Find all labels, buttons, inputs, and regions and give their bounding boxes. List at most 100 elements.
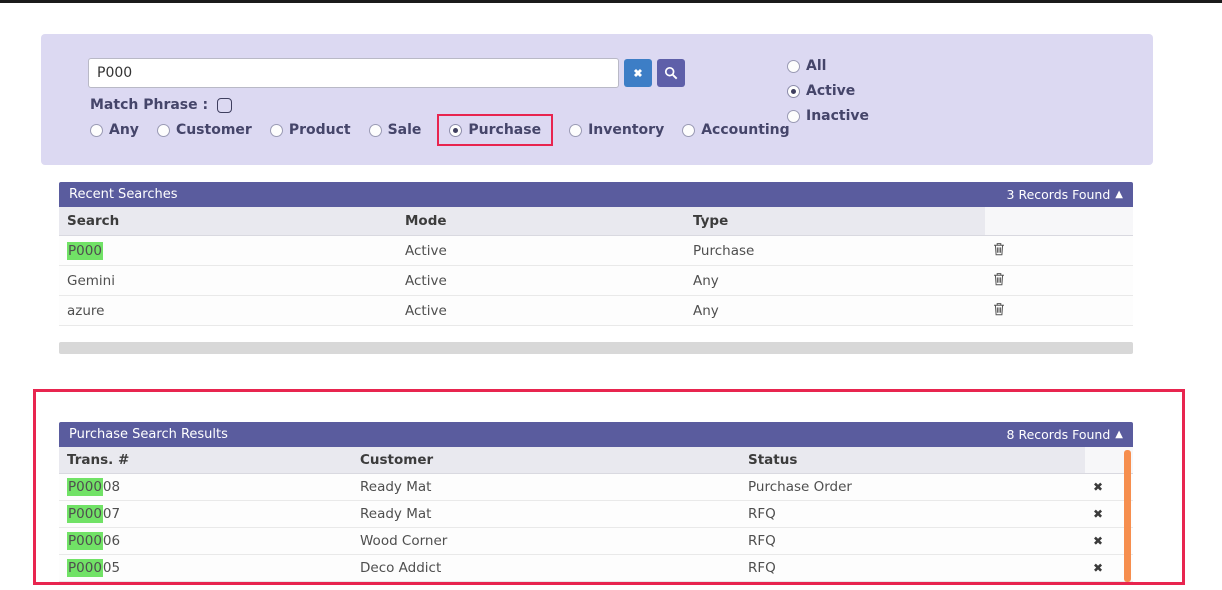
- radio-all[interactable]: All: [787, 58, 869, 74]
- search-input[interactable]: [88, 58, 619, 88]
- trash-icon[interactable]: [993, 272, 1005, 290]
- radio-product-label: Product: [289, 122, 351, 138]
- search-icon: [664, 66, 678, 80]
- search-button[interactable]: [657, 59, 685, 87]
- recent-row-1-search: P000: [59, 236, 397, 266]
- purchase-row-2-trans: P00007: [59, 501, 352, 528]
- search-row: ✖: [88, 58, 685, 88]
- purchase-records-found-toggle[interactable]: 8 Records Found ▲: [1007, 427, 1123, 442]
- highlighted-match: P000: [67, 559, 103, 577]
- radio-sale[interactable]: Sale: [369, 122, 422, 138]
- status-options: All Active Inactive: [787, 58, 869, 124]
- match-phrase-checkbox[interactable]: [217, 98, 232, 113]
- radio-any[interactable]: Any: [90, 122, 139, 138]
- purchase-row-4: P00005 Deco Addict RFQ ✖: [59, 555, 1133, 582]
- search-panel: ✖ Match Phrase : Any Customer: [41, 34, 1153, 165]
- radio-product-icon: [270, 124, 283, 137]
- horizontal-scrollbar[interactable]: [59, 342, 1133, 354]
- purchase-row-4-status: RFQ: [740, 555, 1085, 582]
- recent-row-3-actions: [985, 296, 1133, 326]
- radio-inventory-label: Inventory: [588, 122, 664, 138]
- recent-header-row: Search Mode Type: [59, 207, 1133, 236]
- radio-customer-label: Customer: [176, 122, 252, 138]
- recent-searches-header: Recent Searches 3 Records Found ▲: [59, 182, 1133, 207]
- radio-inventory-icon: [569, 124, 582, 137]
- purchase-results-panel: Purchase Search Results 8 Records Found …: [59, 422, 1133, 582]
- col-header-customer: Customer: [352, 447, 740, 474]
- trans-suffix: 07: [103, 506, 120, 522]
- radio-customer-icon: [157, 124, 170, 137]
- purchase-row-2-status: RFQ: [740, 501, 1085, 528]
- radio-inactive[interactable]: Inactive: [787, 108, 869, 124]
- purchase-row-4-trans: P00005: [59, 555, 352, 582]
- purchase-row-1-customer: Ready Mat: [352, 474, 740, 501]
- radio-active-label: Active: [806, 83, 855, 99]
- radio-product[interactable]: Product: [270, 122, 351, 138]
- collapse-up-icon: ▲: [1115, 430, 1123, 440]
- recent-searches-panel: Recent Searches 3 Records Found ▲ Search…: [59, 182, 1133, 326]
- remove-row-icon[interactable]: ✖: [1093, 534, 1103, 548]
- purchase-results-title: Purchase Search Results: [69, 427, 228, 442]
- clear-search-button[interactable]: ✖: [624, 59, 652, 87]
- trans-suffix: 08: [103, 479, 120, 495]
- trans-suffix: 06: [103, 533, 120, 549]
- remove-row-icon[interactable]: ✖: [1093, 561, 1103, 575]
- page: ✖ Match Phrase : Any Customer: [0, 0, 1222, 590]
- col-header-mode: Mode: [397, 207, 685, 236]
- match-phrase-label: Match Phrase :: [90, 97, 208, 113]
- radio-accounting[interactable]: Accounting: [682, 122, 789, 138]
- radio-sale-label: Sale: [388, 122, 422, 138]
- radio-inactive-label: Inactive: [806, 108, 869, 124]
- recent-searches-table: Search Mode Type P000 Active Purchase: [59, 207, 1133, 326]
- vertical-scrollbar[interactable]: [1124, 450, 1131, 582]
- radio-accounting-icon: [682, 124, 695, 137]
- trans-suffix: 05: [103, 560, 120, 576]
- recent-row-1-type: Purchase: [685, 236, 985, 266]
- radio-purchase-icon: [449, 124, 462, 137]
- radio-active-icon: [787, 85, 800, 98]
- collapse-up-icon: ▲: [1115, 190, 1123, 200]
- clear-icon: ✖: [633, 67, 642, 80]
- radio-any-icon: [90, 124, 103, 137]
- col-header-status: Status: [740, 447, 1085, 474]
- recent-row-1-actions: [985, 236, 1133, 266]
- highlighted-match: P000: [67, 532, 103, 550]
- recent-row-3-search: azure: [59, 296, 397, 326]
- purchase-header-row: Trans. # Customer Status: [59, 447, 1133, 474]
- remove-row-icon[interactable]: ✖: [1093, 480, 1103, 494]
- purchase-results-header: Purchase Search Results 8 Records Found …: [59, 422, 1133, 447]
- purchase-row-3-trans: P00006: [59, 528, 352, 555]
- radio-customer[interactable]: Customer: [157, 122, 252, 138]
- purchase-row-3: P00006 Wood Corner RFQ ✖: [59, 528, 1133, 555]
- trash-icon[interactable]: [993, 302, 1005, 320]
- radio-active-selected[interactable]: Active: [787, 83, 869, 99]
- purchase-row-2: P00007 Ready Mat RFQ ✖: [59, 501, 1133, 528]
- recent-records-found-label: 3 Records Found: [1007, 187, 1111, 202]
- remove-row-icon[interactable]: ✖: [1093, 507, 1103, 521]
- radio-accounting-label: Accounting: [701, 122, 789, 138]
- match-phrase-row: Match Phrase :: [90, 97, 232, 113]
- radio-all-icon: [787, 60, 800, 73]
- recent-records-found-toggle[interactable]: 3 Records Found ▲: [1007, 187, 1123, 202]
- purchase-row-2-customer: Ready Mat: [352, 501, 740, 528]
- recent-row-2-actions: [985, 266, 1133, 296]
- purchase-records-found-label: 8 Records Found: [1007, 427, 1111, 442]
- recent-row-2-search: Gemini: [59, 266, 397, 296]
- radio-purchase-selected[interactable]: Purchase: [437, 114, 553, 146]
- purchase-row-1-status: Purchase Order: [740, 474, 1085, 501]
- purchase-row-1: P00008 Ready Mat Purchase Order ✖: [59, 474, 1133, 501]
- recent-searches-title: Recent Searches: [69, 187, 178, 202]
- recent-row-2-type: Any: [685, 266, 985, 296]
- recent-row-3-type: Any: [685, 296, 985, 326]
- recent-row-2-mode: Active: [397, 266, 685, 296]
- trash-icon[interactable]: [993, 242, 1005, 260]
- purchase-row-3-customer: Wood Corner: [352, 528, 740, 555]
- recent-row-2: Gemini Active Any: [59, 266, 1133, 296]
- purchase-results-table: Trans. # Customer Status P00008 Ready Ma…: [59, 447, 1133, 582]
- col-header-actions: [985, 207, 1133, 236]
- highlighted-match: P000: [67, 242, 103, 260]
- radio-inactive-icon: [787, 110, 800, 123]
- recent-row-3: azure Active Any: [59, 296, 1133, 326]
- col-header-search: Search: [59, 207, 397, 236]
- radio-inventory[interactable]: Inventory: [569, 122, 664, 138]
